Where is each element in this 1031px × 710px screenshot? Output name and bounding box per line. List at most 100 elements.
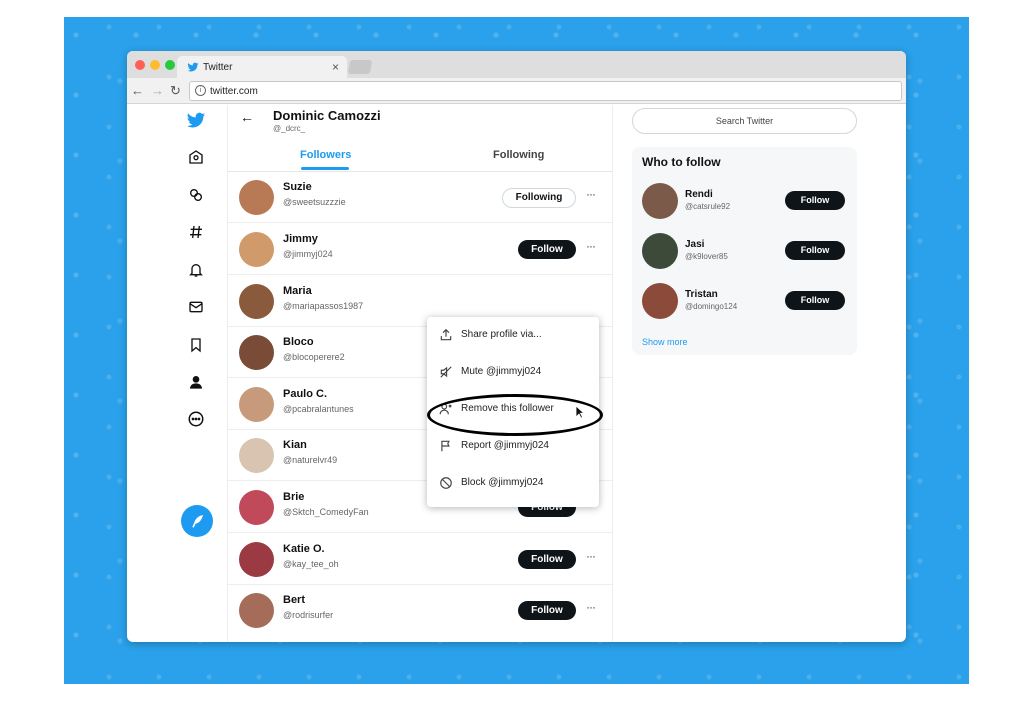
tab-following[interactable]: Following	[493, 149, 544, 161]
suggested-user-handle: @k9lover85	[685, 252, 728, 261]
avatar[interactable]	[239, 593, 274, 628]
profile-person-icon[interactable]	[185, 371, 207, 393]
follower-handle: @blocoperere2	[283, 352, 345, 362]
twitter-bird-icon	[187, 62, 199, 72]
following-button[interactable]: Following	[502, 188, 576, 208]
avatar[interactable]	[239, 438, 274, 473]
follower-name[interactable]: Kian	[283, 439, 307, 451]
suggested-user-name[interactable]: Jasi	[685, 239, 704, 250]
follow-button[interactable]: Follow	[518, 601, 576, 620]
profile-name: Dominic Camozzi	[273, 108, 381, 123]
info-icon[interactable]: i	[195, 85, 206, 96]
follower-name[interactable]: Bloco	[283, 336, 314, 348]
reload-icon[interactable]: ↻	[170, 83, 181, 99]
tab-title: Twitter	[203, 62, 233, 73]
twitter-logo-icon[interactable]	[185, 109, 207, 131]
forward-arrow-icon[interactable]: →	[151, 83, 164, 98]
tab-bar: Twitter ×	[127, 51, 906, 78]
minimize-window-button[interactable]	[150, 60, 160, 70]
avatar[interactable]	[239, 180, 274, 215]
communities-icon[interactable]	[185, 184, 207, 206]
follow-button[interactable]: Follow	[785, 191, 845, 210]
active-tab-indicator	[301, 167, 349, 170]
avatar[interactable]	[642, 233, 678, 269]
avatar[interactable]	[239, 387, 274, 422]
follower-handle: @sweetsuzzzie	[283, 197, 346, 207]
suggested-user-name[interactable]: Tristan	[685, 289, 718, 300]
url-field[interactable]: i twitter.com	[189, 81, 902, 101]
follower-handle: @naturelvr49	[283, 455, 338, 465]
follower-name[interactable]: Paulo C.	[283, 388, 327, 400]
compose-tweet-button[interactable]	[181, 505, 213, 537]
follow-button[interactable]: Follow	[518, 240, 576, 259]
follower-handle: @pcabralantunes	[283, 404, 354, 414]
follower-handle: @Sktch_ComedyFan	[283, 507, 369, 517]
suggested-user-name[interactable]: Rendi	[685, 189, 713, 200]
mute-icon	[440, 366, 452, 378]
block-icon	[440, 477, 452, 489]
follower-handle: @mariapassos1987	[283, 301, 364, 311]
home-icon[interactable]	[185, 146, 207, 168]
notifications-bell-icon[interactable]	[185, 259, 207, 281]
follower-name[interactable]: Brie	[283, 491, 304, 503]
avatar[interactable]	[239, 490, 274, 525]
back-arrow-icon[interactable]: ←	[240, 109, 254, 125]
follower-row[interactable]: Jimmy @jimmyj024 Follow ···	[228, 224, 612, 275]
suggested-user-row[interactable]: Jasi @k9lover85 Follow	[632, 227, 857, 277]
bookmark-icon[interactable]	[185, 334, 207, 356]
address-bar: ← → ↻ i twitter.com	[127, 78, 906, 104]
show-more-link[interactable]: Show more	[642, 337, 688, 347]
follow-button[interactable]: Follow	[785, 291, 845, 310]
messages-envelope-icon[interactable]	[185, 296, 207, 318]
new-tab-button[interactable]	[347, 60, 373, 74]
url-text: twitter.com	[210, 86, 258, 97]
explore-hashtag-icon[interactable]	[185, 221, 207, 243]
more-icon[interactable]: ···	[586, 187, 596, 201]
avatar[interactable]	[239, 284, 274, 319]
share-icon	[440, 328, 452, 341]
search-input[interactable]: Search Twitter	[632, 108, 857, 134]
tab-followers[interactable]: Followers	[300, 149, 351, 161]
follower-row[interactable]: Katie O. @kay_tee_oh Follow ···	[228, 534, 612, 585]
follower-name[interactable]: Suzie	[283, 181, 312, 193]
avatar[interactable]	[642, 283, 678, 319]
follow-button[interactable]: Follow	[785, 241, 845, 260]
follower-name[interactable]: Bert	[283, 594, 305, 606]
follower-handle: @jimmyj024	[283, 249, 333, 259]
suggested-user-row[interactable]: Tristan @domingo124 Follow	[632, 277, 857, 327]
suggested-user-row[interactable]: Rendi @catsrule92 Follow	[632, 177, 857, 227]
follower-name[interactable]: Maria	[283, 285, 312, 297]
zoom-window-button[interactable]	[165, 60, 175, 70]
avatar[interactable]	[239, 232, 274, 267]
back-arrow-icon[interactable]: ←	[131, 83, 144, 98]
follower-name[interactable]: Jimmy	[283, 233, 318, 245]
menu-item-label: Report @jimmyj024	[461, 440, 549, 451]
avatar[interactable]	[642, 183, 678, 219]
avatar[interactable]	[239, 335, 274, 370]
more-icon[interactable]: ···	[586, 600, 596, 614]
avatar[interactable]	[239, 542, 274, 577]
menu-item-share-profile[interactable]: Share profile via...	[427, 317, 599, 354]
feather-icon	[192, 515, 203, 528]
more-icon[interactable]: ···	[586, 549, 596, 563]
close-tab-icon[interactable]: ×	[332, 60, 339, 74]
menu-item-label: Block @jimmyj024	[461, 477, 544, 488]
follower-row[interactable]: Suzie @sweetsuzzzie Following ···	[228, 172, 612, 223]
menu-item-mute[interactable]: Mute @jimmyj024	[427, 354, 599, 391]
suggested-user-handle: @catsrule92	[685, 202, 731, 211]
browser-tab[interactable]: Twitter ×	[177, 56, 347, 78]
follower-name[interactable]: Katie O.	[283, 543, 325, 555]
more-icon[interactable]: ···	[586, 239, 596, 253]
follower-row[interactable]: Bert @rodrisurfer Follow ···	[228, 585, 612, 636]
who-to-follow-panel: Who to follow Rendi @catsrule92 Follow J…	[632, 147, 857, 355]
mouse-cursor-icon	[575, 405, 585, 419]
menu-item-label: Mute @jimmyj024	[461, 366, 542, 377]
browser-window: Twitter × ← → ↻ i twitter.com ← Dominic …	[127, 51, 906, 642]
close-window-button[interactable]	[135, 60, 145, 70]
who-to-follow-title: Who to follow	[642, 155, 721, 169]
follow-button[interactable]: Follow	[518, 550, 576, 569]
menu-item-block[interactable]: Block @jimmyj024	[427, 465, 599, 502]
more-options-icon[interactable]	[185, 408, 207, 430]
twitter-page: ← Dominic Camozzi @_dcrc_ Followers Foll…	[127, 105, 906, 642]
flag-icon	[441, 440, 450, 452]
